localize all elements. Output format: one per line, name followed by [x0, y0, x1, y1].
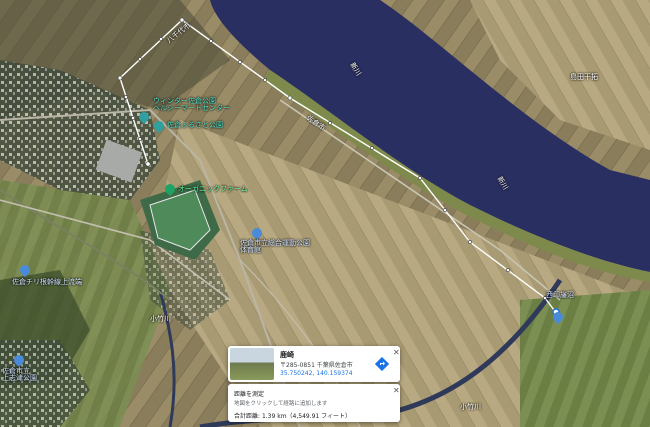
poi-label[interactable]: ウィンター佐倉公園 ヘルシーマートセンター [153, 98, 230, 112]
directions-icon [375, 357, 389, 371]
poi-label[interactable]: オーガニックファーム [178, 186, 248, 193]
poi-label[interactable]: 西印旛沼 [546, 292, 574, 299]
place-card[interactable]: 鹿崎 〒285-0851 千葉県佐倉市 35.750242, 140.15937… [228, 346, 400, 382]
place-title: 鹿崎 [280, 351, 294, 359]
place-address: 〒285-0851 千葉県佐倉市 [280, 362, 353, 369]
place-coordinates[interactable]: 35.750242, 140.159374 [280, 370, 353, 377]
measure-total: 合計距離: 1.39 km（4,549.91 フィート） [234, 413, 352, 420]
close-icon[interactable]: ✕ [393, 349, 400, 357]
river-label: 小竹川 [150, 315, 171, 323]
poi-label[interactable]: 佐倉市立 上志津公園 [2, 368, 37, 382]
place-thumbnail[interactable] [230, 348, 274, 380]
measure-total-label: 合計距離 [234, 413, 259, 420]
measure-distance-card: 距離を測定 地図をクリックして経路に追加します 合計距離: 1.39 km（4,… [228, 384, 400, 422]
measure-hint: 地図をクリックして経路に追加します [234, 401, 328, 407]
poi-label[interactable]: 佐倉市立総合運動公園 体育館 [240, 240, 310, 254]
river-label: 小竹川 [460, 403, 481, 411]
measure-total-value: 1.39 km（4,549.91 フィート） [261, 413, 352, 420]
close-icon[interactable]: ✕ [393, 387, 400, 395]
poi-label[interactable]: 佐倉チリ根幹線上流端 [12, 279, 82, 286]
poi-label[interactable]: 佐倉ふるさと公園 [167, 122, 223, 129]
measure-title: 距離を測定 [234, 391, 265, 398]
area-label: 島田干拓 [570, 73, 598, 81]
directions-button[interactable] [374, 356, 390, 372]
